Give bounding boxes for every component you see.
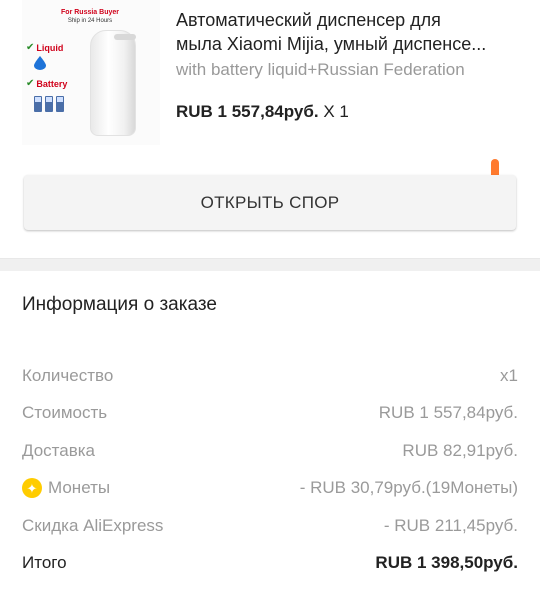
product-quantity: X 1: [323, 102, 349, 121]
order-row-cost: Стоимость RUB 1 557,84руб.: [22, 401, 518, 425]
dispenser-illustration: [90, 30, 136, 136]
row-label: Стоимость: [22, 403, 108, 422]
row-value: - RUB 211,45руб.: [383, 516, 518, 535]
section-divider: [0, 258, 540, 271]
order-info-title: Информация о заказе: [22, 294, 217, 315]
row-value: x1: [500, 366, 518, 385]
row-value: RUB 82,91руб.: [402, 441, 518, 460]
check-icon: ✔: [26, 78, 35, 89]
row-label: Монеты: [48, 478, 111, 497]
product-price-line: RUB 1 557,84руб. X 1: [176, 102, 349, 122]
product-price: RUB 1 557,84руб.: [176, 102, 319, 121]
product-title-line-2: мыла Xiaomi Mijia, умный диспенсе...: [176, 34, 487, 54]
order-row-quantity: Количество x1: [22, 364, 518, 388]
battery-icon: [34, 96, 64, 112]
order-row-shipping: Доставка RUB 82,91руб.: [22, 439, 518, 463]
image-feature-battery: ✔ Battery: [26, 78, 67, 89]
row-label: Доставка: [22, 441, 96, 460]
image-banner-sub: Ship in 24 Hours: [67, 18, 113, 24]
coin-icon: ✦: [22, 478, 42, 498]
water-drop-icon: [34, 56, 46, 70]
order-row-discount: Скидка AliExpress - RUB 211,45руб.: [22, 514, 518, 538]
image-banner: For Russia Buyer Ship in 24 Hours: [58, 8, 122, 26]
row-label: Скидка AliExpress: [22, 516, 164, 535]
row-value: - RUB 30,79руб.(19Монеты): [299, 478, 518, 497]
total-label: Итого: [22, 553, 67, 572]
dispenser-nozzle: [114, 34, 136, 40]
open-dispute-button[interactable]: ОТКРЫТЬ СПОР: [24, 175, 516, 230]
product-image[interactable]: For Russia Buyer Ship in 24 Hours ✔ Liqu…: [22, 0, 160, 145]
image-feature-label: Battery: [36, 78, 68, 89]
image-banner-title: For Russia Buyer: [61, 9, 119, 16]
image-feature-label: Liquid: [36, 42, 64, 53]
order-row-total: Итого RUB 1 398,50руб.: [22, 551, 518, 575]
total-value: RUB 1 398,50руб.: [375, 553, 518, 572]
product-card[interactable]: For Russia Buyer Ship in 24 Hours ✔ Liqu…: [0, 0, 540, 160]
product-title[interactable]: Автоматический диспенсер для мыла Xiaomi…: [176, 8, 521, 56]
image-feature-liquid: ✔ Liquid: [26, 42, 63, 53]
check-icon: ✔: [26, 42, 35, 53]
row-label: Количество: [22, 366, 114, 385]
product-variant: with battery liquid+Russian Federation: [176, 60, 465, 79]
order-row-coins: ✦ Монеты - RUB 30,79руб.(19Монеты): [22, 476, 518, 500]
product-title-line-1: Автоматический диспенсер для: [176, 10, 441, 30]
row-value: RUB 1 557,84руб.: [378, 403, 518, 422]
